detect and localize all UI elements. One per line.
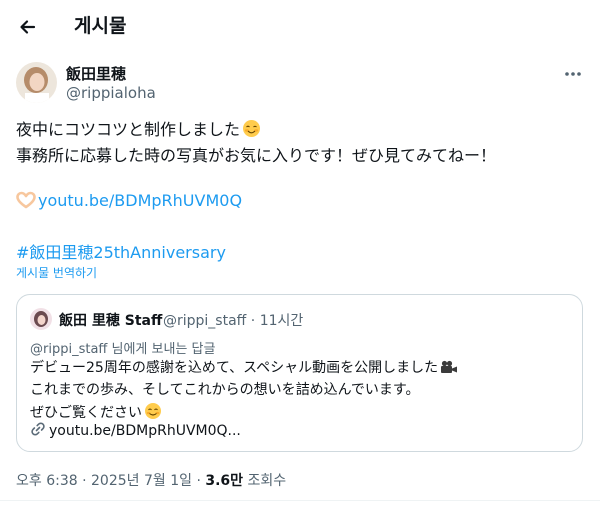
quote-author-name[interactable]: 飯田 里穂 Staff [59, 310, 162, 330]
blush-smile-emoji-icon [242, 119, 261, 144]
quote-text-line-2: これまでの歩み、そしてこれからの想いを詰め込んでいます。 [30, 382, 420, 398]
quote-text-1: デビュー25周年の感謝を込めて、スペシャル動画を公開しました [30, 360, 439, 376]
view-count: 3.6만 [205, 473, 244, 489]
post-date[interactable]: 2025년 7월 1일 [91, 473, 192, 489]
link-icon [30, 421, 46, 443]
page-title: 게시물 [74, 15, 127, 37]
post-text-line-1: 夜中にコツコツと制作しました [16, 119, 261, 144]
quote-author-meta: @rippi_staff · 11시간 [163, 310, 303, 330]
quote-text-3: ぜひご覧ください [30, 405, 142, 421]
hashtag-link[interactable]: #飯田里穂25thAnniversary [16, 239, 226, 263]
quote-text-line-1: デビュー25周年の感謝を込めて、スペシャル動画を公開しました [30, 358, 458, 381]
separator-dot: · [250, 313, 256, 329]
author-handle[interactable]: @rippialoha [66, 84, 156, 102]
page-header: 게시물 [0, 0, 600, 53]
author-name[interactable]: 飯田里穂 [66, 63, 126, 84]
post-time[interactable]: 오후 6:38 [16, 473, 78, 489]
post-link-text: youtu.be/BDMpRhUVM0Q [38, 191, 243, 210]
quote-reply-to: @rippi_staff 님에게 보내는 답글 [30, 342, 216, 357]
view-count-label: 조회수 [247, 473, 287, 489]
quote-link[interactable]: youtu.be/BDMpRhUVM0Q... [30, 421, 241, 443]
post-footer: 오후 6:38 · 2025년 7월 1일 · 3.6만 조회수 [16, 470, 286, 490]
divider [0, 500, 600, 501]
heart-hands-emoji-icon [16, 191, 36, 213]
quoted-post[interactable]: 飯田 里穂 Staff @rippi_staff · 11시간 @rippi_s… [16, 294, 583, 452]
back-arrow-icon [20, 20, 36, 34]
quote-time: 11시간 [259, 313, 304, 329]
movie-camera-emoji-icon [440, 360, 458, 381]
back-button[interactable] [14, 13, 42, 41]
post-text-line-2: 事務所に応募した時の写真がお気に入りです！ぜひ見てみてねー！ [16, 146, 497, 165]
author-avatar[interactable] [16, 62, 57, 103]
quote-author-handle: @rippi_staff [163, 313, 247, 329]
separator-dot: · [82, 473, 92, 489]
more-options-button[interactable] [560, 62, 586, 86]
post-text: 夜中にコツコツと制作しました [16, 120, 241, 139]
quote-author-avatar[interactable] [30, 308, 52, 330]
quote-link-text: youtu.be/BDMpRhUVM0Q... [49, 423, 241, 439]
post-link[interactable]: youtu.be/BDMpRhUVM0Q [16, 191, 242, 213]
more-icon [565, 72, 581, 76]
translate-post-link[interactable]: 게시물 번역하기 [16, 264, 97, 281]
